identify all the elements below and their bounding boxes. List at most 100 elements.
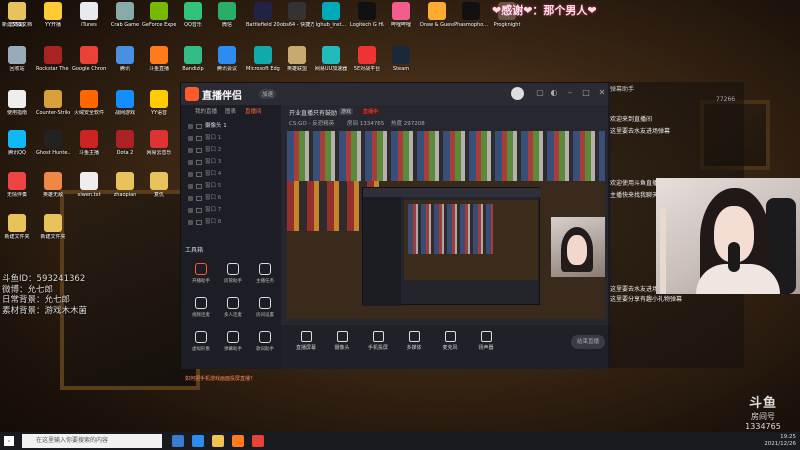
desktop-icon[interactable]: iTunes xyxy=(72,0,106,40)
desktop-icon[interactable]: 战网游戏 xyxy=(108,88,142,128)
tab-live-room[interactable]: 直播间 xyxy=(245,107,262,115)
scene-item[interactable]: 窗口 3 xyxy=(185,157,277,168)
tool-item[interactable]: 房管助手 xyxy=(219,261,247,289)
skin-icon[interactable]: ◐ xyxy=(549,88,559,98)
desktop-icon[interactable]: 英雄联盟 xyxy=(280,44,314,84)
desktop-icon[interactable]: xiwen.txt xyxy=(72,170,106,210)
source-button[interactable]: 麦克风 xyxy=(433,329,467,351)
desktop-icon[interactable]: 新建文件夹 xyxy=(0,212,34,252)
desktop-icon[interactable]: 复仇 xyxy=(142,170,176,210)
stream-preview[interactable] xyxy=(287,131,605,319)
desktop-icon[interactable]: Counter-Strike: Global Off... xyxy=(36,88,70,128)
tab-my-live[interactable]: 我的直播 xyxy=(195,107,217,115)
tab-charts[interactable]: 图表 xyxy=(225,107,236,115)
scene-item[interactable]: 摄像头 1 xyxy=(185,121,277,132)
taskbar-app-icon[interactable] xyxy=(192,435,204,447)
desktop-icon[interactable]: QQ音乐 xyxy=(176,0,210,40)
maximize-icon[interactable]: □ xyxy=(581,88,591,98)
scene-item[interactable]: 窗口 4 xyxy=(185,169,277,180)
scene-item[interactable]: 窗口 5 xyxy=(185,181,277,192)
scene-item[interactable]: 窗口 1 xyxy=(185,133,277,144)
desktop-icon[interactable]: 无情伴奏 xyxy=(0,170,34,210)
desktop-icon[interactable]: YY语音 xyxy=(142,88,176,128)
tool-item[interactable]: 多人连麦 xyxy=(219,295,247,323)
desktop-icon[interactable]: GeForce Experience xyxy=(142,0,176,40)
desktop-icon[interactable]: 英雄无敌 xyxy=(36,170,70,210)
desktop-icon[interactable]: Phasmopho... xyxy=(454,0,488,40)
scene-item[interactable]: 窗口 7 xyxy=(185,205,277,216)
desktop-icon[interactable]: 斗鱼直播 xyxy=(142,44,176,84)
screen-cast-tip[interactable]: 如何把手机游戏画面投屏直播？ xyxy=(185,375,277,385)
source-button[interactable]: 摄像头 xyxy=(325,329,359,351)
desktop-icon[interactable]: 哔哩哔哩 xyxy=(384,0,418,40)
tool-item[interactable]: 开播助手 xyxy=(187,261,215,289)
user-avatar[interactable] xyxy=(511,87,524,100)
desktop-icon[interactable]: 网易UU加速器 xyxy=(314,44,348,84)
source-button[interactable]: 手机投屏 xyxy=(361,329,395,351)
desktop-icon[interactable]: lghub_inst... xyxy=(314,0,348,40)
source-button[interactable]: 多媒体 xyxy=(397,329,431,351)
desktop-icon[interactable]: 新建文件夹 xyxy=(36,212,70,252)
desktop-icon[interactable]: Battlefield 2042 Ope... xyxy=(246,0,280,40)
desktop-icon[interactable]: obs64 - 快捷方式 xyxy=(280,0,314,40)
desktop-icon[interactable]: Draw & Guess xyxy=(420,0,454,40)
windows-start-icon[interactable] xyxy=(4,436,14,446)
visibility-icon[interactable] xyxy=(188,196,193,201)
desktop-icon[interactable]: zhaopian xyxy=(108,170,142,210)
desktop-icon[interactable]: Ghost Hunte... xyxy=(36,128,70,168)
desktop-icon[interactable]: 使用指南 xyxy=(0,88,34,128)
tool-item[interactable]: 房间设置 xyxy=(251,295,279,323)
taskbar-app-icon[interactable] xyxy=(252,435,264,447)
visibility-icon[interactable] xyxy=(188,148,193,153)
accelerate-badge[interactable]: 加速 xyxy=(259,89,277,99)
tool-item[interactable]: 主播任务 xyxy=(251,261,279,289)
scene-item[interactable]: 窗口 2 xyxy=(185,145,277,156)
desktop-icon[interactable]: 回收站 xyxy=(0,44,34,84)
desktop-icon[interactable]: 腾讯 xyxy=(108,44,142,84)
scene-item[interactable]: 窗口 8 xyxy=(185,217,277,228)
desktop-icon[interactable]: 551 xyxy=(0,0,34,40)
visibility-icon[interactable] xyxy=(188,160,193,165)
live-title[interactable]: 开业直播只有鼓励 xyxy=(289,108,337,117)
desktop-icon[interactable]: 网易云音乐 xyxy=(142,128,176,168)
desktop-icon[interactable]: 腾讯QQ xyxy=(0,128,34,168)
tool-item[interactable]: 虚拟形象 xyxy=(187,329,215,357)
desktop-icon[interactable]: YY开播 xyxy=(36,0,70,40)
desktop-icon[interactable]: Google Chrome xyxy=(72,44,106,84)
desktop-icon[interactable]: Bandizip xyxy=(176,44,210,84)
tool-item[interactable]: 视频连麦 xyxy=(187,295,215,323)
app-titlebar[interactable]: 直播伴侣 加速 ▢ ◐ – □ ✕ xyxy=(181,83,611,105)
desktop-icon[interactable]: 斗鱼主播 xyxy=(72,128,106,168)
desktop-icon[interactable]: 腾讯会议 xyxy=(210,44,244,84)
minimize-icon[interactable]: – xyxy=(565,88,575,98)
taskbar-app-icon[interactable] xyxy=(212,435,224,447)
tool-item[interactable]: 弹幕助手 xyxy=(219,329,247,357)
source-button[interactable]: 直播屏幕 xyxy=(289,329,323,351)
visibility-icon[interactable] xyxy=(188,220,193,225)
visibility-icon[interactable] xyxy=(188,172,193,177)
desktop-icon[interactable]: Logitech G HUB xyxy=(350,0,384,40)
live-companion-window[interactable]: 直播伴侣 加速 ▢ ◐ – □ ✕ 我的直播 图表 直播间 摄像头 1 窗口 1 窗… xyxy=(180,82,611,382)
taskbar-clock[interactable]: 19:25 2021/12/26 xyxy=(748,434,796,448)
source-button[interactable]: 扬声器 xyxy=(469,329,503,351)
close-icon[interactable]: ✕ xyxy=(597,88,607,98)
visibility-icon[interactable] xyxy=(188,124,193,129)
end-live-button[interactable]: 结束直播 xyxy=(571,335,605,349)
desktop-icon[interactable]: Dota 2 xyxy=(108,128,142,168)
visibility-icon[interactable] xyxy=(188,184,193,189)
visibility-icon[interactable] xyxy=(188,136,193,141)
desktop-icon[interactable]: Steam xyxy=(384,44,418,84)
desktop-icon[interactable]: Crab Game xyxy=(108,0,142,40)
desktop-icon[interactable]: 微信 xyxy=(210,0,244,40)
tool-item[interactable]: 歌词助手 xyxy=(251,329,279,357)
menu-icon[interactable]: ▢ xyxy=(535,88,545,98)
visibility-icon[interactable] xyxy=(188,208,193,213)
desktop-icon[interactable]: 火绒安全软件 xyxy=(72,88,106,128)
desktop-icon[interactable]: Rockstar The Wire Sour... xyxy=(36,44,70,84)
desktop-icon[interactable]: Microsoft Edge xyxy=(246,44,280,84)
desktop-icon[interactable]: 5E对战平台 xyxy=(350,44,384,84)
taskbar-app-icon[interactable] xyxy=(172,435,184,447)
taskbar-search-input[interactable]: 在这里输入你要搜索的内容 xyxy=(22,434,162,448)
taskbar-app-icon[interactable] xyxy=(232,435,244,447)
scene-item[interactable]: 窗口 6 xyxy=(185,193,277,204)
